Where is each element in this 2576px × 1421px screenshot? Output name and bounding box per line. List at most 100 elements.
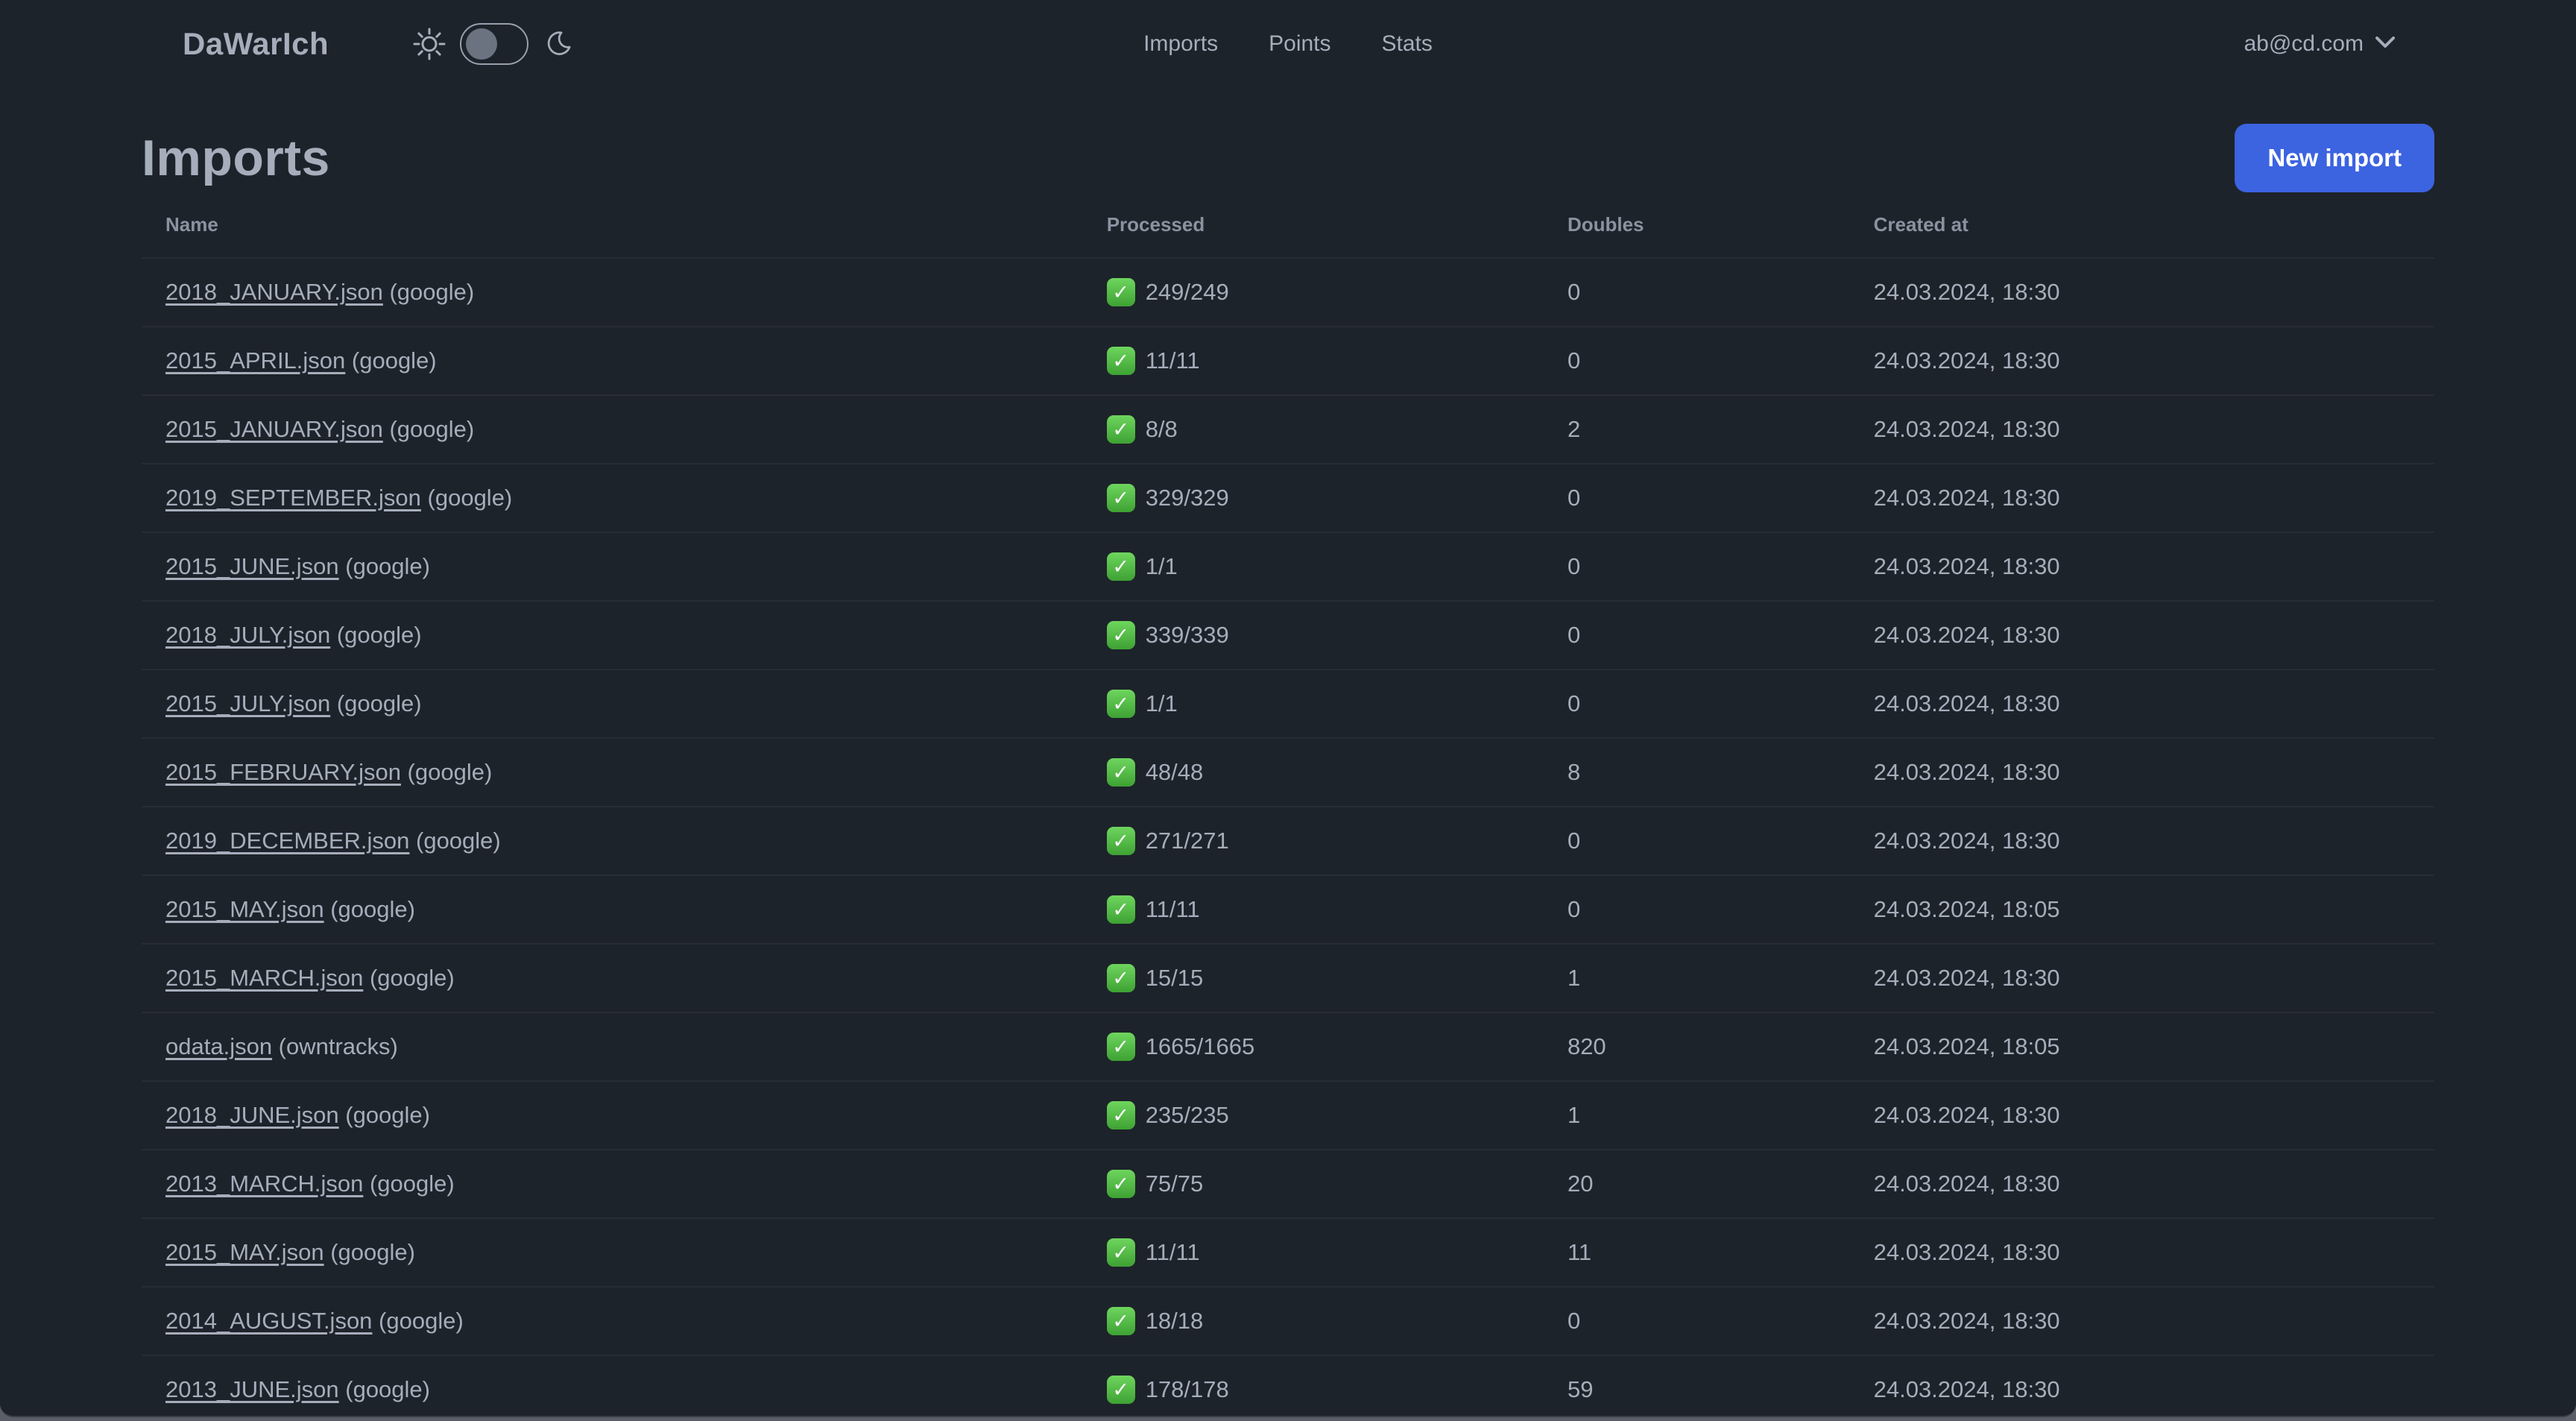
file-link[interactable]: 2015_JULY.json xyxy=(165,690,330,716)
processed-count: 8/8 xyxy=(1145,416,1178,442)
check-emoji-icon: ✓ xyxy=(1106,552,1135,581)
cell-created-at: 24.03.2024, 18:30 xyxy=(1849,807,2434,876)
theme-toggle-switch[interactable] xyxy=(460,23,529,65)
app-logo: DaWarIch xyxy=(183,26,329,61)
new-import-button[interactable]: New import xyxy=(2235,124,2434,192)
table-row: 2015_MARCH.json (google) ✓ 15/15 1 24.03.202… xyxy=(142,944,2434,1013)
file-source: (google) xyxy=(382,279,475,305)
cell-created-at: 24.03.2024, 18:30 xyxy=(1849,395,2434,464)
nav-link-points[interactable]: Points xyxy=(1269,31,1330,57)
cell-processed: ✓ 18/18 xyxy=(1082,1287,1544,1356)
cell-created-at: 24.03.2024, 18:30 xyxy=(1849,258,2434,327)
processed-count: 1/1 xyxy=(1145,690,1178,716)
file-link[interactable]: 2018_JUNE.json xyxy=(165,1102,339,1128)
cell-name: 2015_JUNE.json (google) xyxy=(142,532,1083,602)
page-title: Imports xyxy=(142,130,330,186)
imports-table: Name Processed Doubles Created at 2018_J… xyxy=(142,192,2434,1416)
processed-count: 1665/1665 xyxy=(1145,1033,1255,1059)
file-link[interactable]: 2018_JANUARY.json xyxy=(165,279,383,305)
column-header-created-at: Created at xyxy=(1849,192,2434,259)
user-menu[interactable]: ab@cd.com xyxy=(2244,31,2396,57)
page-header: Imports New import xyxy=(142,124,2434,192)
processed-count: 339/339 xyxy=(1145,622,1229,648)
table-row: 2015_MAY.json (google) ✓ 11/11 11 24.03.2024… xyxy=(142,1218,2434,1288)
cell-processed: ✓ 178/178 xyxy=(1082,1355,1544,1416)
cell-doubles: 0 xyxy=(1543,601,1850,670)
file-link[interactable]: 2019_SEPTEMBER.json xyxy=(165,485,421,511)
file-source: (google) xyxy=(372,1308,464,1334)
processed-count: 18/18 xyxy=(1145,1308,1204,1334)
table-row: 2015_JULY.json (google) ✓ 1/1 0 24.03.2024, … xyxy=(142,669,2434,739)
cell-name: odata.json (owntracks) xyxy=(142,1012,1083,1082)
cell-name: 2013_MARCH.json (google) xyxy=(142,1150,1083,1219)
cell-created-at: 24.03.2024, 18:30 xyxy=(1849,1081,2434,1150)
table-row: 2015_FEBRUARY.json (google) ✓ 48/48 8 24.03.… xyxy=(142,738,2434,807)
table-header-row: Name Processed Doubles Created at xyxy=(142,192,2434,259)
cell-doubles: 0 xyxy=(1543,327,1850,396)
nav-link-stats[interactable]: Stats xyxy=(1382,31,1433,57)
cell-doubles: 0 xyxy=(1543,669,1850,739)
cell-doubles: 0 xyxy=(1543,875,1850,945)
cell-name: 2015_JULY.json (google) xyxy=(142,669,1083,739)
cell-name: 2013_JUNE.json (google) xyxy=(142,1355,1083,1416)
file-link[interactable]: 2013_MARCH.json xyxy=(165,1170,363,1197)
processed-count: 15/15 xyxy=(1145,965,1204,991)
processed-count: 11/11 xyxy=(1145,347,1200,374)
processed-count: 329/329 xyxy=(1145,485,1229,511)
file-link[interactable]: 2019_DECEMBER.json xyxy=(165,828,409,854)
moon-icon xyxy=(542,28,575,60)
cell-created-at: 24.03.2024, 18:30 xyxy=(1849,532,2434,602)
cell-processed: ✓ 271/271 xyxy=(1082,807,1544,876)
processed-count: 235/235 xyxy=(1145,1102,1229,1128)
file-link[interactable]: 2015_MAY.json xyxy=(165,1239,324,1265)
table-row: 2015_JANUARY.json (google) ✓ 8/8 2 24.03.202… xyxy=(142,395,2434,464)
sun-icon xyxy=(412,27,446,61)
file-link[interactable]: 2015_MAY.json xyxy=(165,896,324,922)
top-navbar: DaWarIch Imports Points Stats ab@cd.com xyxy=(0,0,2576,88)
check-emoji-icon: ✓ xyxy=(1106,1170,1135,1198)
processed-count: 271/271 xyxy=(1145,828,1229,854)
file-link[interactable]: 2015_APRIL.json xyxy=(165,347,345,374)
processed-count: 11/11 xyxy=(1145,1239,1200,1265)
cell-created-at: 24.03.2024, 18:05 xyxy=(1849,1012,2434,1082)
table-row: 2013_JUNE.json (google) ✓ 178/178 59 24.03.2… xyxy=(142,1355,2434,1416)
cell-processed: ✓ 249/249 xyxy=(1082,258,1544,327)
file-link[interactable]: 2018_JULY.json xyxy=(165,622,330,648)
table-row: 2019_DECEMBER.json (google) ✓ 271/271 0 24.0… xyxy=(142,807,2434,876)
cell-processed: ✓ 1/1 xyxy=(1082,669,1544,739)
nav-link-imports[interactable]: Imports xyxy=(1143,31,1218,57)
check-emoji-icon: ✓ xyxy=(1106,895,1135,924)
cell-doubles: 1 xyxy=(1543,1081,1850,1150)
cell-processed: ✓ 75/75 xyxy=(1082,1150,1544,1219)
processed-count: 75/75 xyxy=(1145,1170,1204,1197)
file-link[interactable]: 2015_MARCH.json xyxy=(165,965,363,991)
file-link[interactable]: 2013_JUNE.json xyxy=(165,1376,339,1402)
cell-name: 2015_FEBRUARY.json (google) xyxy=(142,738,1083,807)
cell-name: 2019_SEPTEMBER.json (google) xyxy=(142,464,1083,533)
cell-doubles: 0 xyxy=(1543,464,1850,533)
cell-name: 2015_MAY.json (google) xyxy=(142,1218,1083,1288)
file-source: (google) xyxy=(420,485,513,511)
cell-processed: ✓ 15/15 xyxy=(1082,944,1544,1013)
table-row: 2019_SEPTEMBER.json (google) ✓ 329/329 0 24.… xyxy=(142,464,2434,533)
cell-doubles: 0 xyxy=(1543,1287,1850,1356)
processed-count: 249/249 xyxy=(1145,279,1229,305)
cell-doubles: 59 xyxy=(1543,1355,1850,1416)
file-source: (google) xyxy=(330,622,422,648)
file-link[interactable]: odata.json xyxy=(165,1033,272,1059)
file-link[interactable]: 2015_JUNE.json xyxy=(165,553,339,579)
cell-doubles: 11 xyxy=(1543,1218,1850,1288)
cell-name: 2015_MAY.json (google) xyxy=(142,875,1083,945)
cell-processed: ✓ 235/235 xyxy=(1082,1081,1544,1150)
cell-name: 2018_JULY.json (google) xyxy=(142,601,1083,670)
cell-name: 2014_AUGUST.json (google) xyxy=(142,1287,1083,1356)
table-row: 2013_MARCH.json (google) ✓ 75/75 20 24.03.20… xyxy=(142,1150,2434,1219)
cell-doubles: 1 xyxy=(1543,944,1850,1013)
cell-doubles: 820 xyxy=(1543,1012,1850,1082)
file-link[interactable]: 2015_JANUARY.json xyxy=(165,416,383,442)
app-window: DaWarIch Imports Points Stats ab@cd.com … xyxy=(0,0,2576,1417)
file-link[interactable]: 2015_FEBRUARY.json xyxy=(165,759,401,785)
cell-created-at: 24.03.2024, 18:30 xyxy=(1849,738,2434,807)
file-link[interactable]: 2014_AUGUST.json xyxy=(165,1308,372,1334)
cell-name: 2015_MARCH.json (google) xyxy=(142,944,1083,1013)
